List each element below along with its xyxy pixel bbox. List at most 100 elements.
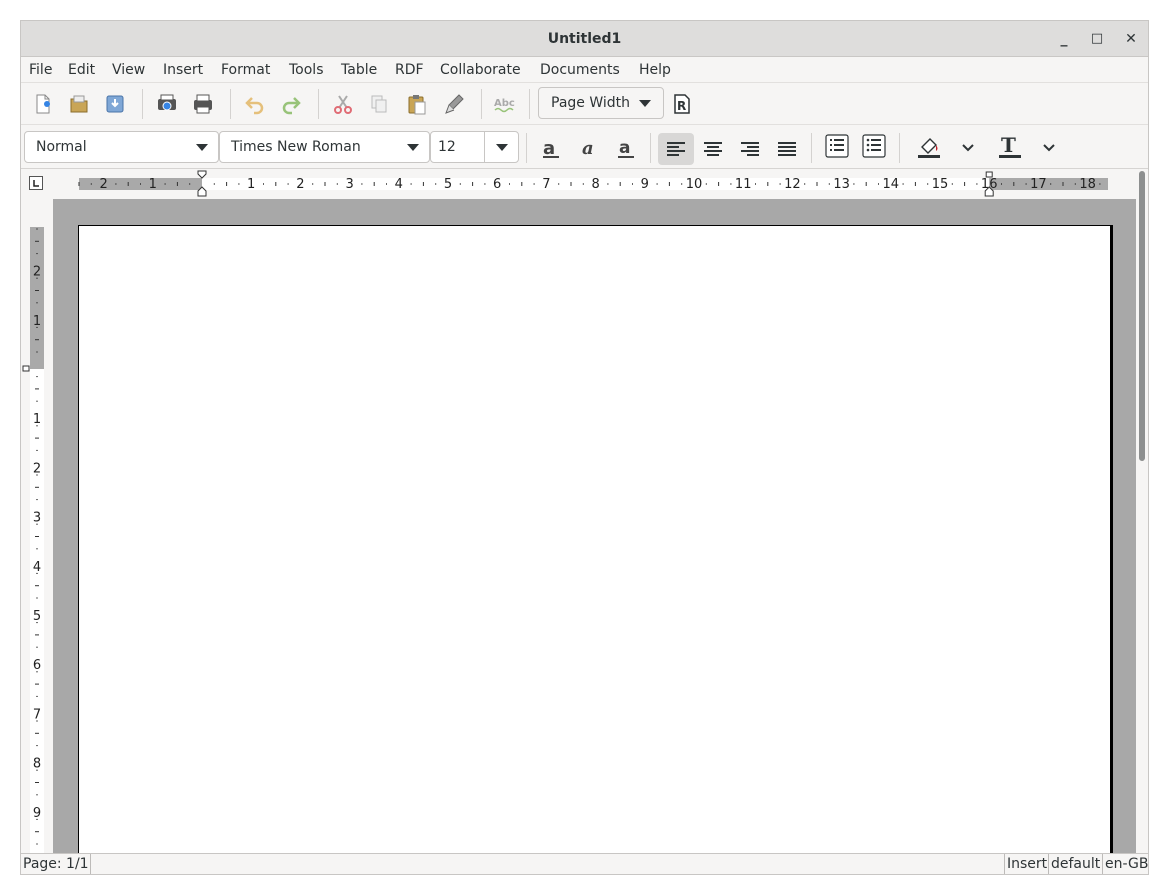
underline-icon[interactable]: a <box>612 134 640 162</box>
chevron-down-icon[interactable] <box>1042 141 1056 159</box>
chevron-down-icon[interactable] <box>961 141 975 159</box>
align-center-icon[interactable] <box>699 135 727 163</box>
undo-icon[interactable] <box>241 90 269 118</box>
separator <box>481 89 482 119</box>
paragraph-style-combo[interactable]: Normal <box>24 131 219 163</box>
standard-toolbar: Abc Page Width R <box>21 83 1148 125</box>
ruler-tick <box>976 183 978 185</box>
ruler-label: 7 <box>33 707 41 722</box>
numbered-list-icon[interactable] <box>823 132 851 160</box>
menu-edit[interactable]: Edit <box>68 57 95 83</box>
language-indicator[interactable]: en-GB <box>1103 854 1148 874</box>
menu-view[interactable]: View <box>112 57 145 83</box>
print-icon[interactable] <box>189 90 217 118</box>
menu-table[interactable]: Table <box>341 57 377 83</box>
redo-icon[interactable] <box>277 90 305 118</box>
ruler-tick <box>35 536 39 537</box>
insert-mode-indicator[interactable]: Insert <box>1005 854 1049 874</box>
print-preview-icon[interactable] <box>153 90 181 118</box>
menu-help[interactable]: Help <box>639 57 671 83</box>
menu-format[interactable]: Format <box>221 57 270 83</box>
app-window: Untitled1 _ □ ✕ File Edit View Insert Fo… <box>20 20 1149 875</box>
menu-collaborate[interactable]: Collaborate <box>440 57 521 83</box>
copy-icon[interactable] <box>365 90 393 118</box>
ruler-tick <box>718 182 720 186</box>
ruler-tick <box>213 183 215 185</box>
justify-icon[interactable] <box>773 135 801 163</box>
cut-icon[interactable] <box>329 90 357 118</box>
ruler-label: 8 <box>591 177 599 192</box>
ruler-tick <box>36 253 38 255</box>
ruler-tick <box>964 182 966 186</box>
italic-icon[interactable]: a <box>575 134 603 162</box>
ruler-tick <box>386 183 387 185</box>
svg-text:T: T <box>1001 133 1016 157</box>
chevron-down-icon[interactable] <box>496 144 508 151</box>
separator <box>811 133 812 163</box>
ruler-label: 11 <box>735 177 752 192</box>
ruler-tick <box>681 183 683 185</box>
align-left-icon[interactable] <box>662 135 690 163</box>
revisions-icon[interactable]: R <box>668 90 696 118</box>
top-margin-marker-icon <box>22 365 30 372</box>
ruler-tick <box>36 794 38 796</box>
chevron-down-icon[interactable] <box>196 144 208 151</box>
bold-icon[interactable]: a <box>537 134 565 162</box>
ruler-tick <box>632 183 633 185</box>
spellcheck-icon[interactable]: Abc <box>491 90 519 118</box>
ruler-tick <box>828 183 830 185</box>
scrollbar-thumb[interactable] <box>1139 171 1145 461</box>
ruler-tick <box>36 646 38 648</box>
zoom-dropdown-icon <box>639 100 651 107</box>
ruler-tick <box>35 634 39 636</box>
menu-file[interactable]: File <box>29 57 52 83</box>
bulleted-list-icon[interactable] <box>860 132 888 160</box>
document-page[interactable] <box>78 225 1111 853</box>
paste-icon[interactable] <box>403 90 431 118</box>
ruler-tick <box>755 183 756 185</box>
page-count: Page: 1/1 <box>21 854 91 874</box>
menu-insert[interactable]: Insert <box>163 57 203 83</box>
close-button[interactable]: ✕ <box>1119 27 1143 51</box>
font-size-combo[interactable]: 12 <box>430 131 519 163</box>
chevron-down-icon[interactable] <box>407 144 419 151</box>
format-painter-icon[interactable] <box>440 90 468 118</box>
ruler-label: 1 <box>33 412 41 427</box>
vertical-scrollbar[interactable] <box>1136 169 1148 853</box>
open-icon[interactable] <box>65 90 93 118</box>
horizontal-ruler[interactable]: 2 1 1 2 3 4 5 6 7 8 9 10 11 12 13 14 15 16 17 18 <box>21 169 1136 199</box>
ruler-tick <box>35 437 39 439</box>
ruler-tick <box>164 183 166 185</box>
ruler-tick <box>312 183 314 185</box>
window-title: Untitled1 <box>547 31 622 47</box>
font-family-value: Times New Roman <box>231 139 361 155</box>
menu-rdf[interactable]: RDF <box>395 57 424 83</box>
menu-documents[interactable]: Documents <box>540 57 620 83</box>
menu-tools[interactable]: Tools <box>289 57 324 83</box>
ruler-tick <box>35 240 39 242</box>
page-style-indicator[interactable]: default <box>1049 854 1103 874</box>
highlight-color-icon[interactable] <box>915 132 943 160</box>
new-document-icon[interactable] <box>29 90 57 118</box>
ruler-label: 1 <box>33 314 41 329</box>
save-icon[interactable] <box>101 90 129 118</box>
align-right-icon[interactable] <box>736 135 764 163</box>
ruler-tick <box>767 182 769 186</box>
ruler-tick <box>816 182 818 186</box>
ruler-tick <box>865 182 867 186</box>
ruler-tick <box>36 449 38 451</box>
ruler-tick <box>226 182 228 186</box>
ruler-label: 12 <box>784 177 801 192</box>
vertical-ruler[interactable]: 2112345678910 <box>21 199 53 853</box>
ruler-tick <box>36 843 38 845</box>
zoom-dropdown[interactable]: Page Width <box>538 87 664 119</box>
font-family-combo[interactable]: Times New Roman <box>219 131 430 163</box>
maximize-button[interactable]: □ <box>1085 27 1109 51</box>
minimize-button[interactable]: _ <box>1052 27 1076 51</box>
ruler-tick <box>558 183 560 185</box>
text-color-icon[interactable]: T <box>996 132 1024 160</box>
ruler-tick <box>927 183 929 185</box>
ruler-tick <box>1062 182 1064 186</box>
ruler-label: 2 <box>99 177 107 192</box>
ruler-tick <box>36 597 38 599</box>
